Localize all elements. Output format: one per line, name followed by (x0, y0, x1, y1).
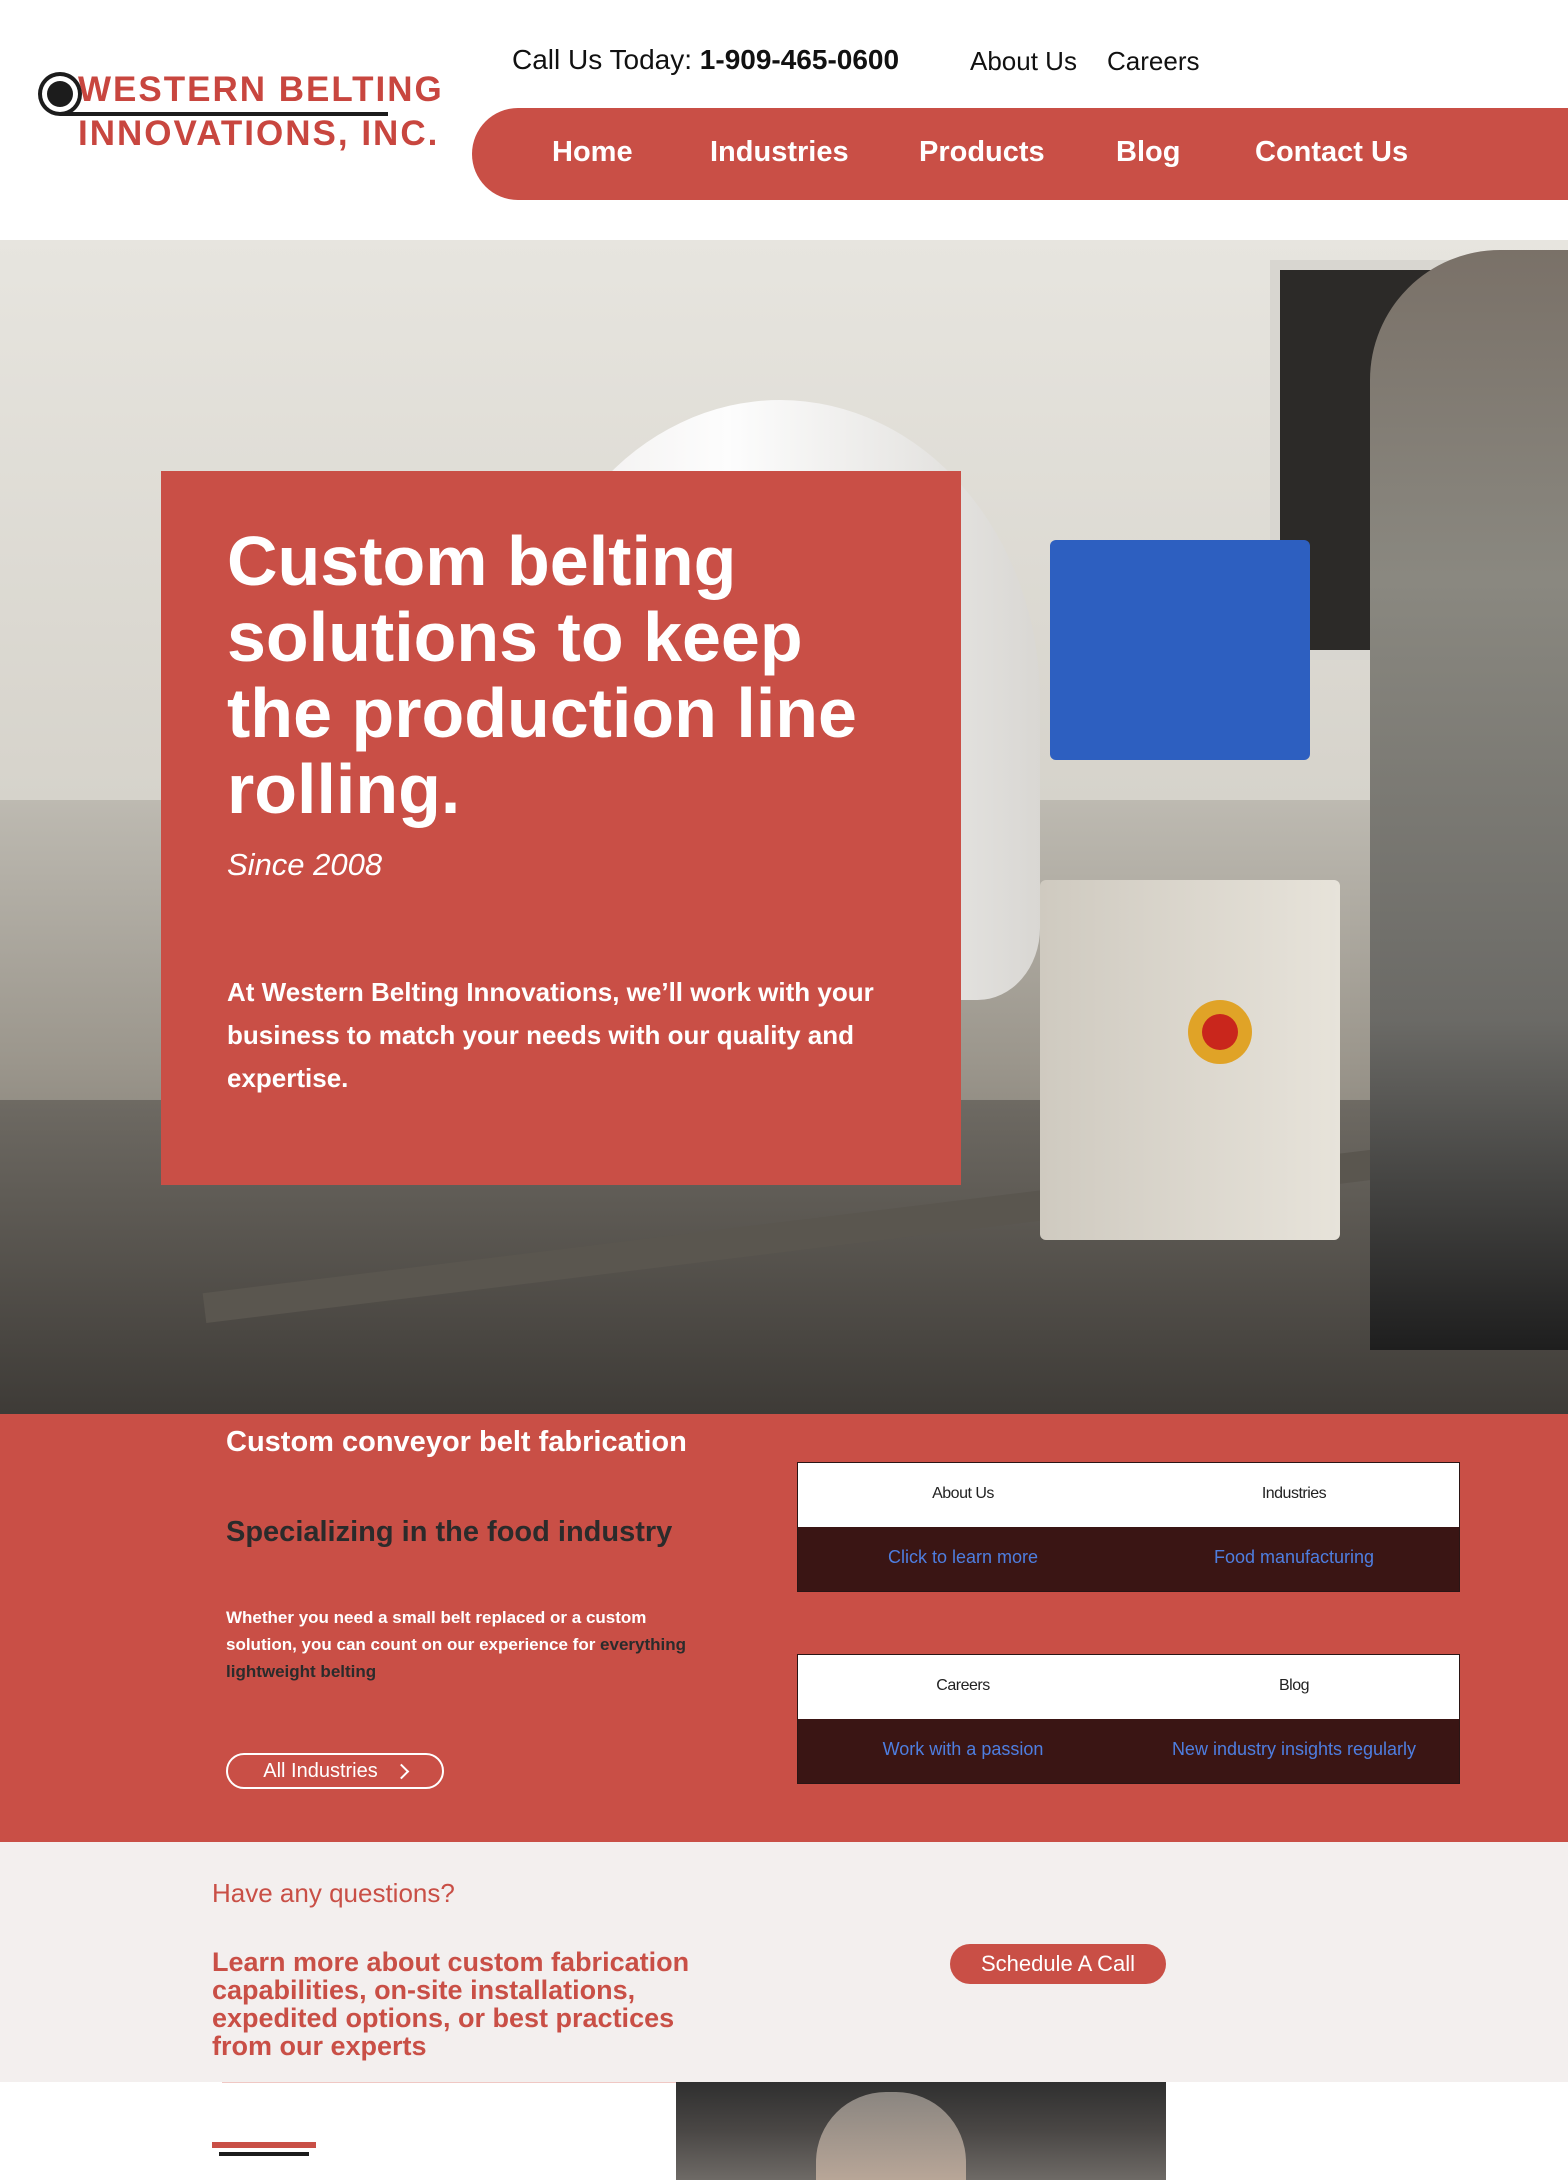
company-logo[interactable]: WESTERN BELTING INNOVATIONS, INC. (38, 66, 442, 156)
team-photo (676, 2082, 1166, 2180)
link-card-body: Work with a passion New industry insight… (798, 1719, 1459, 1783)
top-link-about-us[interactable]: About Us (970, 46, 1077, 77)
card-label-industries: Industries (1261, 1485, 1327, 1502)
card-label-blog: Blog (1278, 1677, 1310, 1694)
w-logo-stripe (212, 2142, 316, 2148)
hero-title: Custom belting solutions to keep the pro… (227, 522, 857, 828)
call-us-label: Call Us Today: (512, 44, 693, 75)
link-card: Careers Blog Work with a passion New ind… (797, 1654, 1460, 1784)
call-us-text: Call Us Today: 1-909-465-0600 (512, 44, 899, 76)
card-link-learn-more[interactable]: Click to learn more (798, 1547, 1128, 1568)
team-photo-person (816, 2092, 966, 2180)
questions-section: Have any questions? Learn more about cus… (0, 1842, 1568, 2082)
info-subheading: Specializing in the food industry (226, 1516, 673, 1548)
top-link-careers[interactable]: Careers (1107, 46, 1199, 77)
chevron-right-icon (393, 1763, 410, 1779)
hero-photo-blue-machine (1050, 540, 1310, 760)
link-card-body: Click to learn more Food manufacturing (798, 1527, 1459, 1591)
link-card-header: About Us Industries (798, 1463, 1459, 1527)
nav-item-industries[interactable]: Industries (710, 136, 849, 169)
info-section: Custom conveyor belt fabrication Special… (0, 1414, 1568, 1842)
phone-number-link[interactable]: 1-909-465-0600 (700, 44, 899, 75)
w-logo-icon (212, 2142, 316, 2180)
logo-line-2: INNOVATIONS, INC. (78, 114, 440, 153)
questions-text: Learn more about custom fabrication capa… (212, 1947, 690, 2061)
card-link-industry-insights[interactable]: New industry insights regularly (1129, 1739, 1459, 1760)
info-heading: Custom conveyor belt fabrication (226, 1426, 687, 1458)
card-link-work-with-passion[interactable]: Work with a passion (798, 1739, 1128, 1760)
site-header: WESTERN BELTING INNOVATIONS, INC. Call U… (0, 0, 1568, 240)
schedule-call-button[interactable]: Schedule A Call (950, 1944, 1166, 1984)
nav-item-blog[interactable]: Blog (1116, 136, 1180, 169)
link-card: About Us Industries Click to learn more … (797, 1462, 1460, 1592)
questions-kicker: Have any questions? (212, 1878, 455, 1908)
info-paragraph-start: Whether you need a small belt replaced o… (226, 1608, 647, 1654)
hero-body: At Western Belting Innovations, we’ll wo… (227, 977, 874, 1093)
nav-item-home[interactable]: Home (552, 136, 633, 169)
bottom-strip (0, 2082, 1568, 2180)
logo-ring-icon (38, 72, 82, 116)
hero-photo-machine (1040, 880, 1340, 1240)
emergency-stop-icon (1188, 1000, 1252, 1064)
hero-since: Since 2008 (227, 847, 383, 882)
hero-card: Custom belting solutions to keep the pro… (161, 471, 961, 1185)
nav-item-products[interactable]: Products (919, 136, 1045, 169)
card-label-about-us: About Us (932, 1485, 994, 1502)
all-industries-button[interactable]: All Industries (226, 1753, 444, 1789)
nav-item-contact-us[interactable]: Contact Us (1255, 136, 1408, 169)
card-label-careers: Careers (936, 1677, 990, 1694)
info-paragraph: Whether you need a small belt replaced o… (226, 1604, 706, 1685)
logo-line-1: WESTERN BELTING (78, 70, 444, 109)
hero-photo-worker (1370, 250, 1568, 1350)
main-nav: Home Industries Products Blog Contact Us (472, 108, 1568, 200)
card-link-food-manufacturing[interactable]: Food manufacturing (1129, 1547, 1459, 1568)
section-divider (222, 2082, 678, 2083)
w-logo-stripe (219, 2152, 309, 2156)
all-industries-label: All Industries (263, 1759, 378, 1782)
link-card-header: Careers Blog (798, 1655, 1459, 1719)
